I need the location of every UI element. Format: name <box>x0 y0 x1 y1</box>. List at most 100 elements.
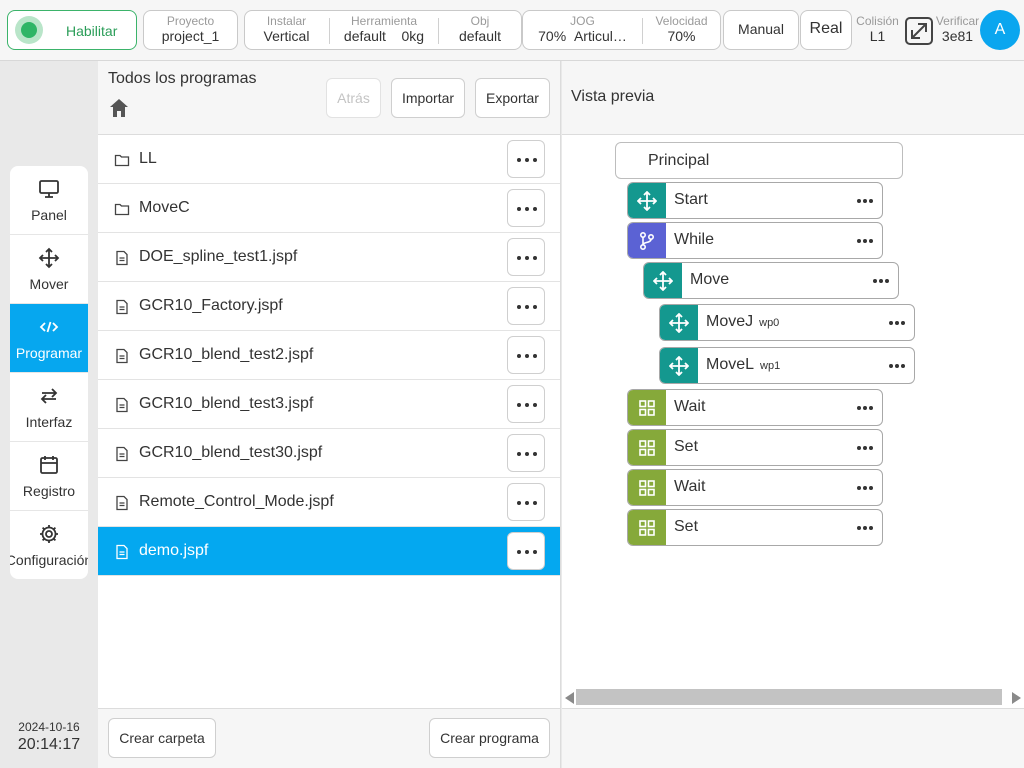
more-options-button[interactable] <box>507 434 545 472</box>
project-selector[interactable]: Proyecto project_1 <box>143 10 238 50</box>
program-node[interactable]: MoveL wp1 <box>659 347 915 384</box>
node-more-icon[interactable] <box>873 279 889 283</box>
list-item-name: GCR10_blend_test3.jspf <box>139 395 314 412</box>
more-icon <box>517 256 537 260</box>
list-item-name: DOE_spline_test1.jspf <box>139 248 298 265</box>
node-label: MoveL wp1 <box>706 356 780 374</box>
list-item[interactable]: demo.jspf <box>98 527 560 576</box>
code-icon <box>39 321 59 333</box>
clock: 2024-10-16 20:14:17 <box>8 720 90 754</box>
home-icon[interactable] <box>108 97 130 119</box>
node-more-icon[interactable] <box>857 446 873 450</box>
node-type-icon <box>644 263 682 298</box>
more-icon <box>517 158 537 162</box>
node-more-icon[interactable] <box>857 199 873 203</box>
gear-icon <box>40 525 58 543</box>
list-item[interactable]: GCR10_blend_test30.jspf <box>98 429 560 478</box>
node-title: Start <box>674 191 708 208</box>
avatar[interactable]: A <box>980 10 1020 50</box>
node-more-icon[interactable] <box>857 486 873 490</box>
collision-level[interactable]: Colisión L1 <box>855 14 900 45</box>
node-more-icon[interactable] <box>889 321 905 325</box>
file-icon <box>116 250 128 266</box>
list-item-name: MoveC <box>139 199 190 216</box>
node-more-icon[interactable] <box>857 239 873 243</box>
list-item[interactable]: GCR10_Factory.jspf <box>98 282 560 331</box>
node-title: Set <box>674 518 699 535</box>
more-options-button[interactable] <box>507 532 545 570</box>
nav-item-log[interactable]: Registro <box>10 442 88 511</box>
nav-item-interface[interactable]: Interfaz <box>10 373 88 442</box>
program-list-footer: Crear carpeta Crear programa <box>98 708 560 768</box>
scrollbar-thumb[interactable] <box>576 689 1002 705</box>
horizontal-scrollbar[interactable] <box>562 687 1024 707</box>
time-text: 20:14:17 <box>17 736 81 753</box>
nav-item-panel[interactable]: Panel <box>10 166 88 235</box>
program-node[interactable]: MoveJ wp0 <box>659 304 915 341</box>
list-item[interactable]: DOE_spline_test1.jspf <box>98 233 560 282</box>
nav-item-program[interactable]: Programar <box>10 304 88 373</box>
list-item[interactable]: Remote_Control_Mode.jspf <box>98 478 560 527</box>
program-root-label: Principal <box>648 152 710 169</box>
list-item[interactable]: LL <box>98 135 560 184</box>
nav-item-move[interactable]: Mover <box>10 235 88 304</box>
install-tool-obj-group[interactable]: Instalar Vertical Herramienta default 0k… <box>244 10 522 50</box>
list-item[interactable]: MoveC <box>98 184 560 233</box>
node-type-icon <box>628 430 666 465</box>
nav-label: Registro <box>22 483 76 499</box>
verify-label: Verificar <box>935 14 980 28</box>
preview-footer <box>562 708 1024 768</box>
export-button[interactable]: Exportar <box>475 78 550 118</box>
list-item[interactable]: GCR10_blend_test3.jspf <box>98 380 560 429</box>
enable-button[interactable]: Habilitar <box>7 10 137 50</box>
verify-code: Verificar 3e81 <box>935 14 980 45</box>
jog-percent: 70% <box>538 28 567 44</box>
move-arrows-icon <box>669 356 689 376</box>
expand-icon[interactable] <box>904 16 934 46</box>
monitor-icon <box>39 180 59 198</box>
jog-speed-group[interactable]: JOG 70% Articul… Velocidad 70% <box>522 10 721 50</box>
more-options-button[interactable] <box>507 189 545 227</box>
scroll-left-icon[interactable] <box>565 692 574 704</box>
program-node[interactable]: Wait <box>627 469 883 506</box>
create-program-button[interactable]: Crear programa <box>429 718 550 758</box>
side-nav: Panel Mover Programar Interfaz Registro <box>10 166 88 579</box>
nav-item-settings[interactable]: Configuración <box>10 511 88 579</box>
tool-mass: 0kg <box>401 28 425 44</box>
more-options-button[interactable] <box>507 287 545 325</box>
preview-title: Vista previa <box>571 88 655 105</box>
node-title: Wait <box>674 398 706 415</box>
real-mode-button[interactable]: Real <box>800 10 852 50</box>
verify-value: 3e81 <box>941 28 974 44</box>
manual-mode-button[interactable]: Manual <box>723 10 799 50</box>
node-more-icon[interactable] <box>857 406 873 410</box>
program-list-header: Todos los programas Atrás Importar Expor… <box>98 61 560 135</box>
node-title: Move <box>690 271 730 288</box>
node-waypoint: wp0 <box>759 317 780 329</box>
more-options-button[interactable] <box>507 238 545 276</box>
program-node[interactable]: Move <box>643 262 899 299</box>
program-node[interactable]: Start <box>627 182 883 219</box>
scroll-right-icon[interactable] <box>1012 692 1021 704</box>
back-button[interactable]: Atrás <box>326 78 381 118</box>
more-options-button[interactable] <box>507 385 545 423</box>
node-waypoint: wp1 <box>760 360 781 372</box>
more-options-button[interactable] <box>507 336 545 374</box>
node-label: Wait <box>674 398 705 416</box>
breadcrumb-title: Todos los programas <box>108 70 257 87</box>
program-root-node[interactable]: Principal <box>615 142 903 179</box>
node-more-icon[interactable] <box>857 526 873 530</box>
node-type-icon <box>628 470 666 505</box>
program-node[interactable]: While <box>627 222 883 259</box>
more-options-button[interactable] <box>507 140 545 178</box>
more-options-button[interactable] <box>507 483 545 521</box>
program-node[interactable]: Wait <box>627 389 883 426</box>
import-button[interactable]: Importar <box>391 78 465 118</box>
create-folder-button[interactable]: Crear carpeta <box>108 718 216 758</box>
more-icon <box>517 550 537 554</box>
program-node[interactable]: Set <box>627 509 883 546</box>
node-more-icon[interactable] <box>889 364 905 368</box>
program-node[interactable]: Set <box>627 429 883 466</box>
list-item[interactable]: GCR10_blend_test2.jspf <box>98 331 560 380</box>
list-item-name: LL <box>139 150 157 167</box>
